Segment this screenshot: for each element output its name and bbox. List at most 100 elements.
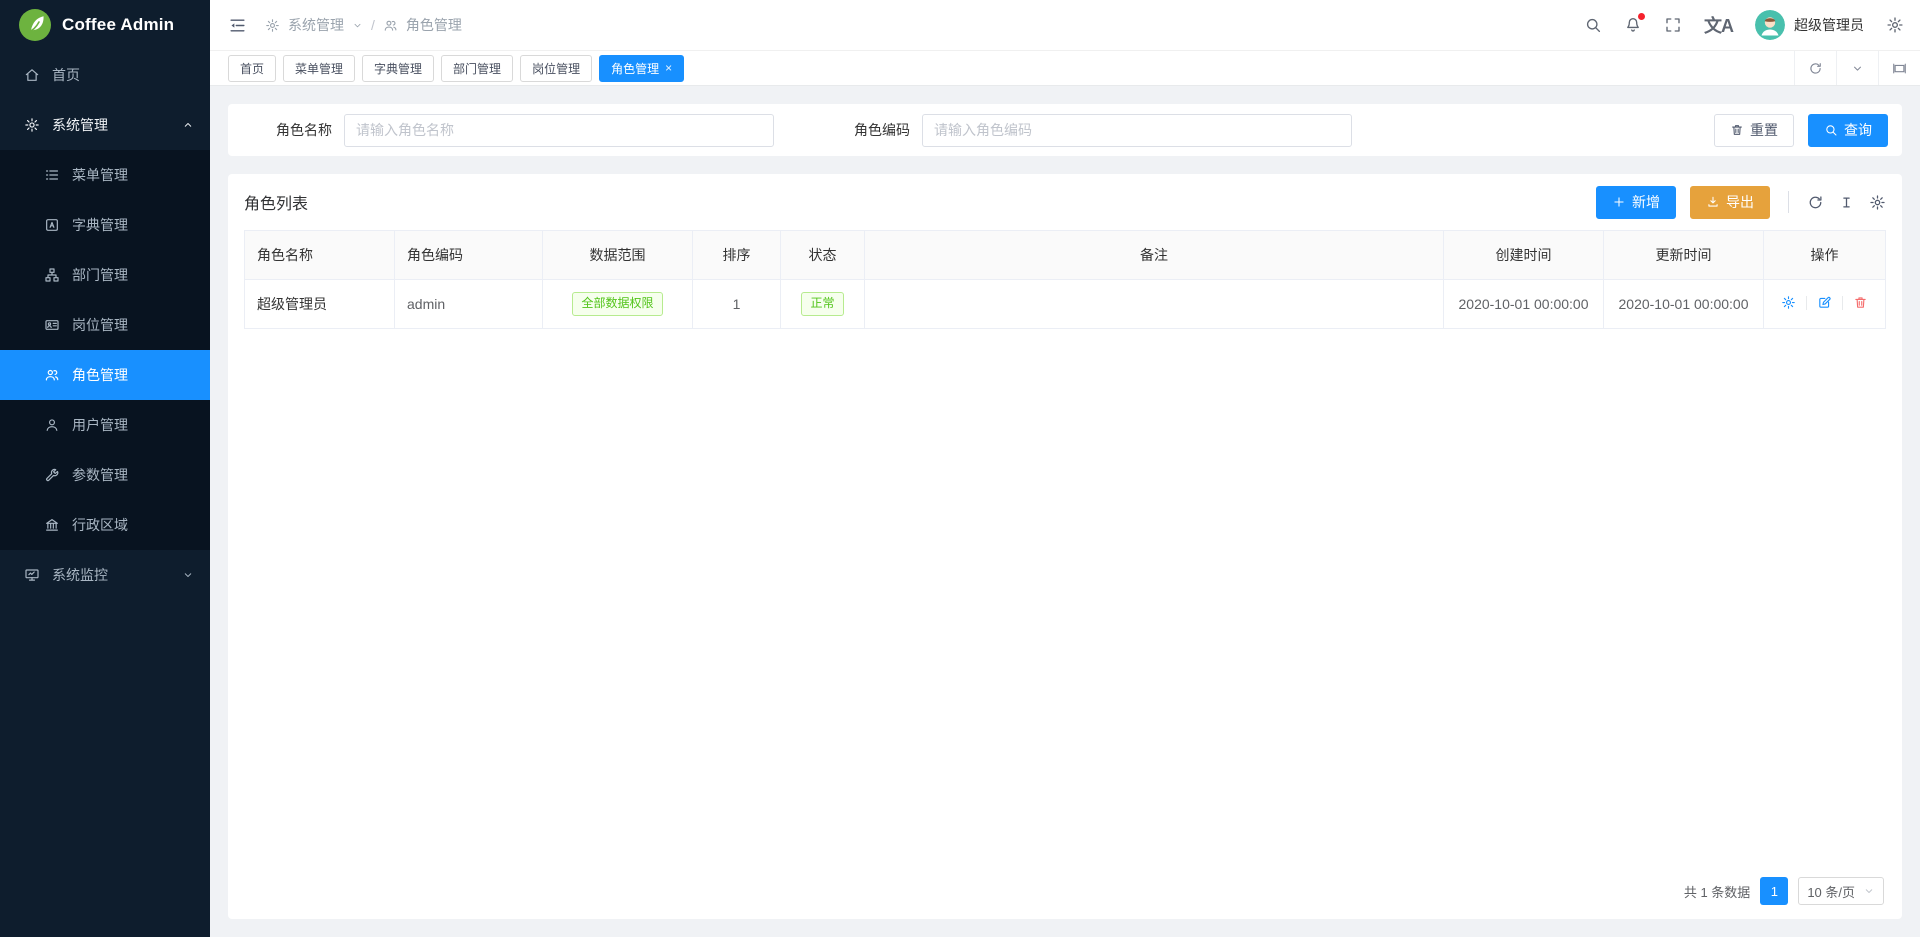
fullscreen-icon[interactable] <box>1664 16 1682 34</box>
cell-sort: 1 <box>693 280 781 329</box>
cell-status: 正常 <box>781 280 865 329</box>
role-list-card: 角色列表 新增 导出 <box>228 174 1902 919</box>
sidebar-item-menu-mgmt[interactable]: 菜单管理 <box>0 150 210 200</box>
tab-close-icon[interactable]: × <box>665 62 672 74</box>
sidebar-item-label: 菜单管理 <box>72 165 128 185</box>
people-icon <box>383 18 398 33</box>
settings-gear-icon[interactable] <box>1886 16 1904 34</box>
tab-role-mgmt[interactable]: 角色管理 × <box>599 55 684 82</box>
cell-actions <box>1764 280 1886 329</box>
sidebar-item-label: 岗位管理 <box>72 315 128 335</box>
sidebar-item-dept-mgmt[interactable]: 部门管理 <box>0 250 210 300</box>
gear-icon <box>24 117 40 133</box>
page-size-select[interactable]: 10 条/页 <box>1798 877 1884 905</box>
role-table: 角色名称 角色编码 数据范围 排序 状态 备注 创建时间 更新时间 操作 超级管… <box>244 230 1886 329</box>
cell-data-scope: 全部数据权限 <box>543 280 693 329</box>
sidebar-group-label: 系统管理 <box>52 115 170 135</box>
monitor-icon <box>24 567 40 583</box>
sidebar-item-label: 用户管理 <box>72 415 128 435</box>
sidebar-item-label: 字典管理 <box>72 215 128 235</box>
cell-created-at: 2020-10-01 00:00:00 <box>1444 280 1604 329</box>
id-card-icon <box>44 317 60 333</box>
pagination: 共 1 条数据 1 10 条/页 <box>244 865 1886 919</box>
bank-icon <box>44 517 60 533</box>
query-button[interactable]: 查询 <box>1808 114 1888 147</box>
breadcrumb: 系统管理 / 角色管理 <box>265 15 462 35</box>
maximize-content-icon[interactable] <box>1878 51 1920 85</box>
reset-button[interactable]: 重置 <box>1714 114 1794 147</box>
sidebar-item-region[interactable]: 行政区域 <box>0 500 210 550</box>
breadcrumb-system[interactable]: 系统管理 <box>288 15 344 35</box>
status-badge: 正常 <box>801 292 843 316</box>
sidebar-item-label: 参数管理 <box>72 465 128 485</box>
cell-updated-at: 2020-10-01 00:00:00 <box>1604 280 1764 329</box>
tab-home[interactable]: 首页 <box>228 55 276 82</box>
table-refresh-icon[interactable] <box>1807 194 1824 211</box>
col-data-scope: 数据范围 <box>543 231 693 280</box>
role-name-label: 角色名称 <box>276 120 332 140</box>
tab-menu-chevron-icon[interactable] <box>1836 51 1878 85</box>
cell-remark <box>865 280 1444 329</box>
sidebar-item-label: 行政区域 <box>72 515 128 535</box>
app-title: Coffee Admin <box>62 15 174 35</box>
pagination-total: 共 1 条数据 <box>1684 882 1750 901</box>
sidebar-item-user-mgmt[interactable]: 用户管理 <box>0 400 210 450</box>
column-settings-icon[interactable] <box>1869 194 1886 211</box>
col-status: 状态 <box>781 231 865 280</box>
tab-dept-mgmt[interactable]: 部门管理 <box>441 55 513 82</box>
tab-menu-mgmt[interactable]: 菜单管理 <box>283 55 355 82</box>
table-header-row: 角色名称 角色编码 数据范围 排序 状态 备注 创建时间 更新时间 操作 <box>245 231 1886 280</box>
row-density-icon[interactable] <box>1838 194 1855 211</box>
breadcrumb-role: 角色管理 <box>406 15 462 35</box>
sidebar-group-monitor[interactable]: 系统监控 <box>0 550 210 600</box>
home-icon <box>24 67 40 83</box>
export-button[interactable]: 导出 <box>1690 186 1770 219</box>
table-row: 超级管理员 admin 全部数据权限 1 正常 2020-10-01 00:00… <box>245 280 1886 329</box>
page-content: 角色名称 角色编码 重置 查询 角色列表 <box>210 86 1920 937</box>
download-icon <box>1706 195 1720 209</box>
row-delete-icon[interactable] <box>1853 295 1868 310</box>
col-created: 创建时间 <box>1444 231 1604 280</box>
sidebar-item-dict-mgmt[interactable]: 字典管理 <box>0 200 210 250</box>
col-updated: 更新时间 <box>1604 231 1764 280</box>
table-title: 角色列表 <box>244 190 308 214</box>
search-icon[interactable] <box>1584 16 1602 34</box>
search-icon <box>1824 123 1838 137</box>
user-name: 超级管理员 <box>1794 15 1864 35</box>
page-number-button[interactable]: 1 <box>1760 877 1788 905</box>
sidebar-submenu-system: 菜单管理 字典管理 部门管理 岗位管理 角色管理 用户管理 参数管理 行政区域 <box>0 150 210 550</box>
trash-icon <box>1730 123 1744 137</box>
gear-icon <box>265 18 280 33</box>
sidebar: Coffee Admin 首页 系统管理 菜单管理 字典管理 部门管理 岗位管理… <box>0 0 210 937</box>
sidebar-item-home[interactable]: 首页 <box>0 50 210 100</box>
sidebar-item-post-mgmt[interactable]: 岗位管理 <box>0 300 210 350</box>
tab-dict-mgmt[interactable]: 字典管理 <box>362 55 434 82</box>
add-button[interactable]: 新增 <box>1596 186 1676 219</box>
refresh-tab-icon[interactable] <box>1794 51 1836 85</box>
notification-bell-icon[interactable] <box>1624 16 1642 34</box>
sidebar-collapse-icon[interactable] <box>228 16 247 35</box>
user-menu[interactable]: 超级管理员 <box>1755 10 1864 40</box>
leaf-logo-icon <box>18 8 52 42</box>
sidebar-item-param-mgmt[interactable]: 参数管理 <box>0 450 210 500</box>
list-icon <box>44 167 60 183</box>
role-name-input[interactable] <box>344 114 774 147</box>
cell-role-code: admin <box>395 280 543 329</box>
org-tree-icon <box>44 267 60 283</box>
sidebar-item-label: 角色管理 <box>72 365 128 385</box>
cell-role-name: 超级管理员 <box>245 280 395 329</box>
translate-icon[interactable]: 文A <box>1704 12 1733 38</box>
user-icon <box>44 417 60 433</box>
tab-post-mgmt[interactable]: 岗位管理 <box>520 55 592 82</box>
dictionary-icon <box>44 217 60 233</box>
breadcrumb-separator: / <box>371 17 375 33</box>
sidebar-item-role-mgmt[interactable]: 角色管理 <box>0 350 210 400</box>
role-code-label: 角色编码 <box>854 120 910 140</box>
app-logo[interactable]: Coffee Admin <box>0 0 210 50</box>
row-edit-icon[interactable] <box>1817 295 1832 310</box>
sidebar-group-system[interactable]: 系统管理 <box>0 100 210 150</box>
filter-card: 角色名称 角色编码 重置 查询 <box>228 104 1902 156</box>
data-scope-tag: 全部数据权限 <box>572 292 662 316</box>
role-code-input[interactable] <box>922 114 1352 147</box>
row-permission-gear-icon[interactable] <box>1781 295 1796 310</box>
